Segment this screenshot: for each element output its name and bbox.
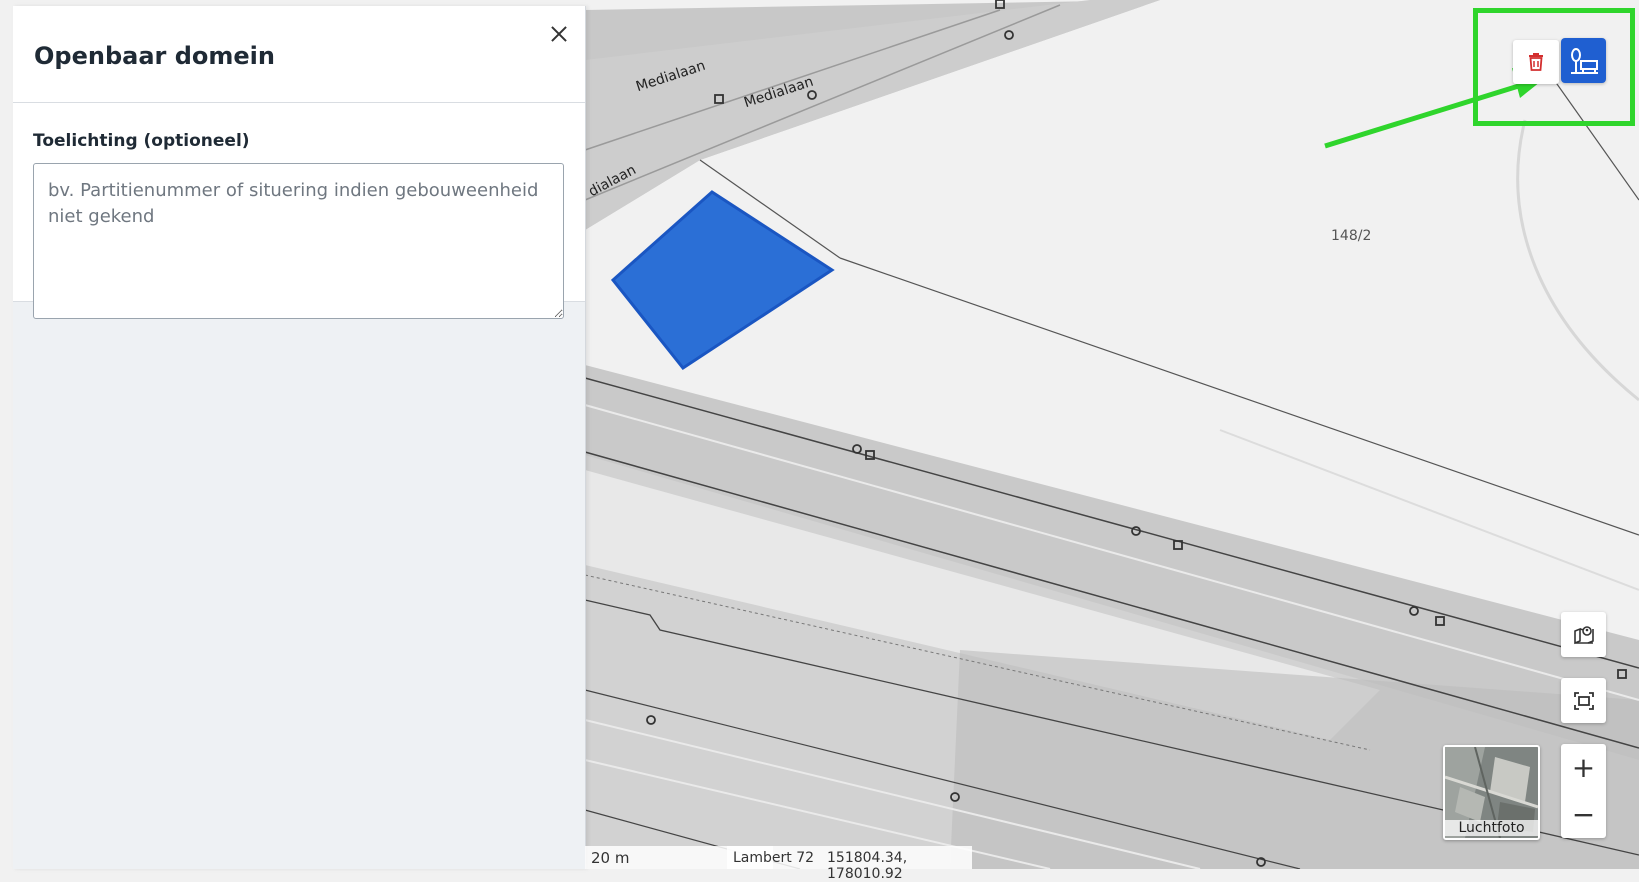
draw-public-domain-button[interactable] (1561, 38, 1606, 83)
zoom-out-button[interactable]: − (1561, 791, 1606, 838)
zoom-extent-icon (1573, 691, 1594, 710)
panel-title: Openbaar domein (34, 42, 275, 70)
explanation-label: Toelichting (optioneel) (33, 131, 250, 151)
coordinates-value: 151804.34, 178010.92 (827, 850, 908, 882)
draw-polygon-icon (1570, 47, 1598, 74)
side-panel: Openbaar domein Toelichting (optioneel) (13, 6, 586, 869)
trash-icon (1529, 53, 1543, 71)
locate-address-icon (1573, 625, 1594, 644)
coordinate-readout: Lambert 72 151804.34, 178010.92 (727, 846, 972, 882)
parcel-label: 148/2 (1331, 228, 1372, 244)
aerial-photo-label: Luchtfoto (1445, 820, 1538, 836)
aerial-photo-toggle[interactable]: Luchtfoto (1443, 745, 1540, 840)
explanation-textarea[interactable] (33, 163, 564, 319)
delete-button[interactable] (1513, 40, 1559, 84)
zoom-control: + − (1561, 744, 1606, 838)
projection-label: Lambert 72 (733, 850, 815, 866)
panel-form: Toelichting (optioneel) (13, 103, 585, 319)
zoom-extent-button[interactable] (1561, 678, 1606, 723)
locate-address-button[interactable] (1561, 612, 1606, 657)
zoom-in-button[interactable]: + (1561, 744, 1606, 791)
close-icon[interactable] (545, 20, 573, 48)
scale-text: 20 m (591, 849, 630, 867)
panel-header: Openbaar domein (13, 6, 585, 103)
